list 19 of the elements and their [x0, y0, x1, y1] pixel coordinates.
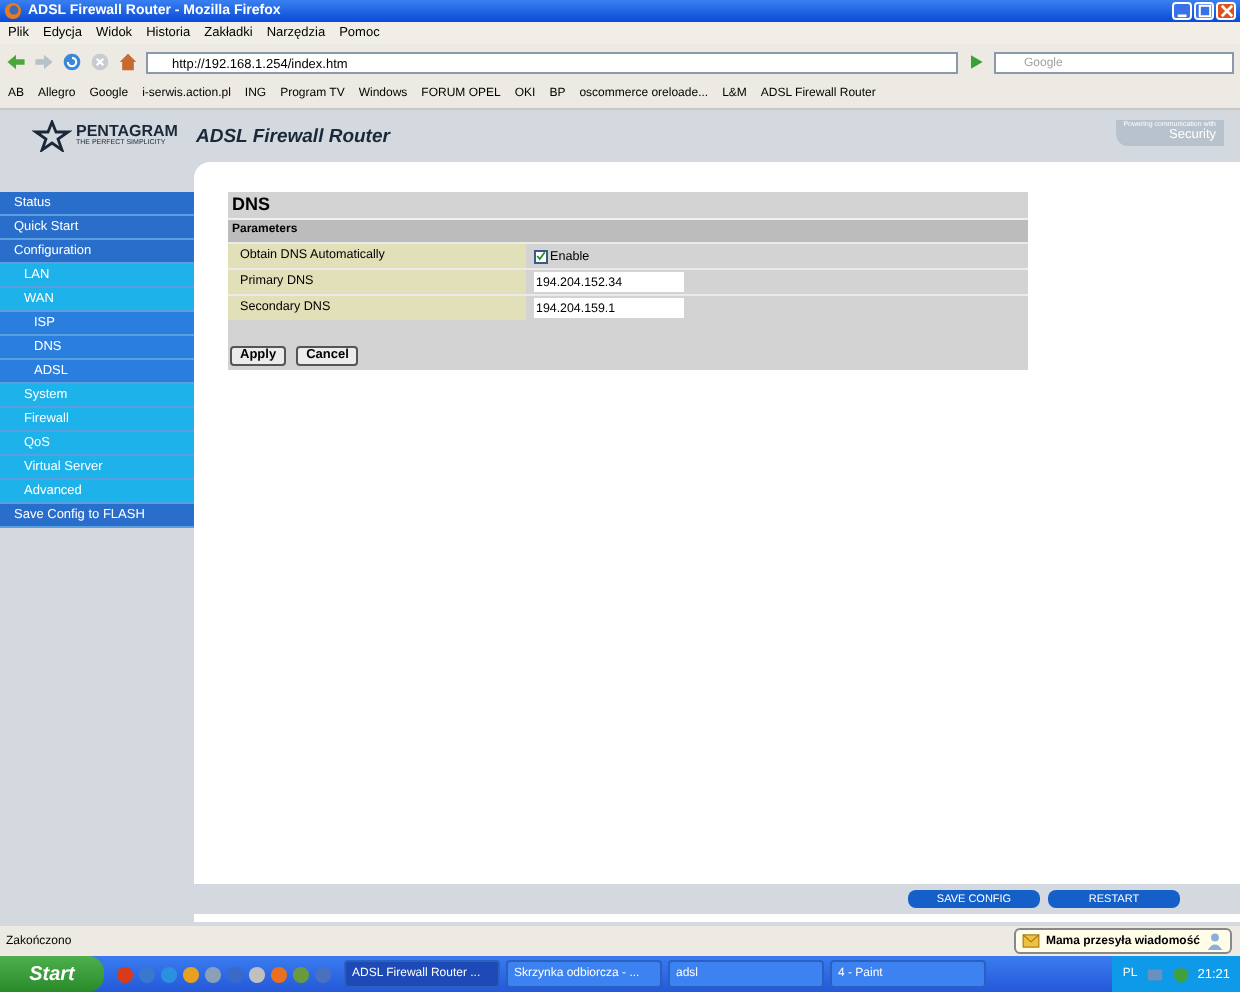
back-arrow-icon[interactable] [6, 52, 26, 72]
home-icon[interactable] [118, 52, 138, 72]
reload-icon[interactable] [62, 52, 82, 72]
close-button[interactable] [1216, 2, 1236, 20]
page-title: ADSL Firewall Router [196, 125, 393, 147]
maximize-icon [1197, 4, 1211, 18]
stop-icon[interactable] [90, 52, 110, 72]
go-arrow-icon[interactable] [966, 52, 986, 72]
envelope-icon [1021, 934, 1040, 948]
minimize-button[interactable] [1172, 2, 1192, 20]
globe-icon [4, 2, 22, 20]
star-icon [32, 120, 72, 152]
maximize-button[interactable] [1194, 2, 1214, 20]
person-icon [1206, 932, 1224, 950]
close-icon [1219, 4, 1233, 18]
checkbox[interactable] [534, 249, 548, 263]
brand-name: PENTAGRAM [76, 124, 178, 141]
forward-arrow-icon[interactable] [34, 52, 54, 72]
shield-icon[interactable] [1171, 965, 1190, 983]
